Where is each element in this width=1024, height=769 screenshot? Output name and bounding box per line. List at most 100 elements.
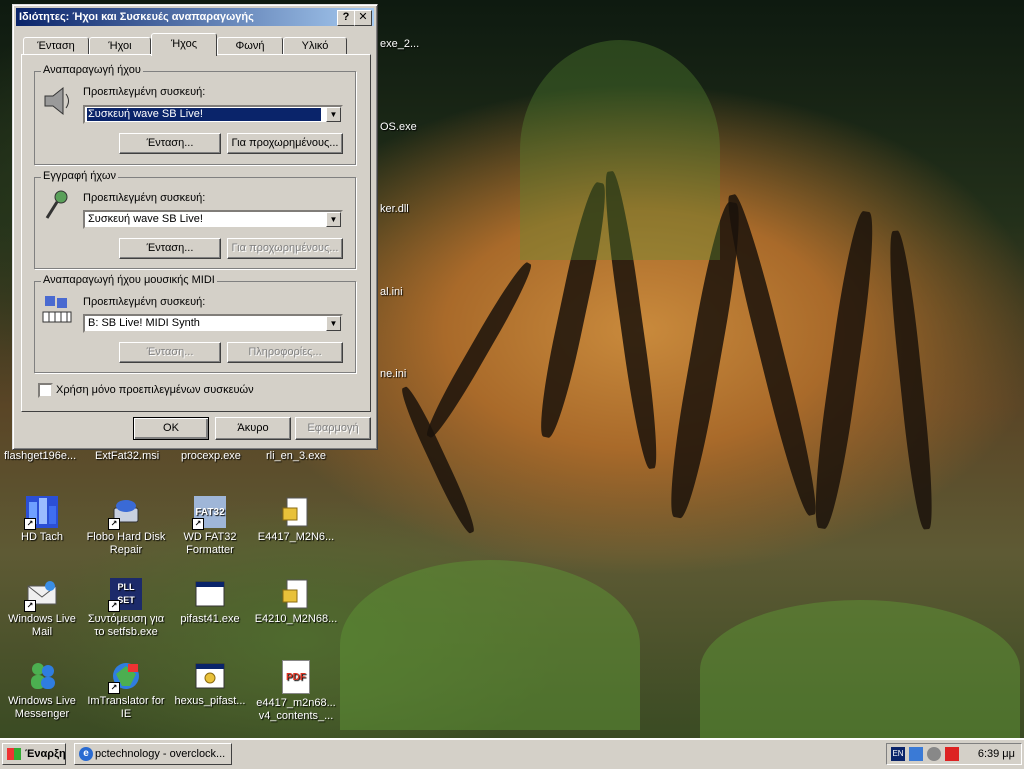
desktop-icon-e4210-doc[interactable]: E4210_M2N68... (254, 578, 338, 626)
playback-group-title: Αναπαραγωγή ήχου (41, 64, 143, 76)
start-button[interactable]: Έναρξη (2, 743, 66, 765)
midi-volume-button: Ένταση... (119, 342, 221, 363)
ok-button[interactable]: OK (133, 417, 209, 440)
pdf-file-icon: PDF (282, 660, 310, 694)
tab-voice[interactable]: Φωνή (217, 37, 283, 55)
help-button[interactable]: ? (337, 10, 355, 26)
taskbar: Έναρξη e pctechnology - overclock... EN … (0, 738, 1024, 769)
desktop-icon-label[interactable]: procexp.exe (181, 450, 241, 462)
desktop-icon-label[interactable]: flashget196e... (4, 450, 76, 462)
desktop-icon-e4417-doc[interactable]: E4417_M2N6... (254, 496, 338, 544)
playback-group: Αναπαραγωγή ήχου Προεπιλεγμένη συσκευή: … (34, 64, 356, 165)
default-devices-only-checkbox[interactable] (38, 383, 53, 398)
midi-device-label: Προεπιλεγμένη συσκευή: (83, 296, 206, 308)
desktop-icon-label[interactable]: OS.exe (380, 121, 417, 133)
volume-icon[interactable] (927, 747, 941, 761)
playback-device-value: Συσκευή wave SB Live! (86, 107, 322, 122)
desktop-icon-e4417-pdf[interactable]: PDF e4417_m2n68... v4_contents_... (254, 660, 338, 723)
apply-button: Εφαρμογή (295, 417, 371, 440)
midi-group: Αναπαραγωγή ήχου μουσικής MIDI Προεπιλεγ… (34, 274, 356, 373)
playback-volume-button[interactable]: Ένταση... (119, 133, 221, 154)
microphone-icon (41, 188, 73, 222)
speaker-icon (41, 84, 73, 118)
program-gear-icon (194, 660, 226, 692)
setfsb-icon: PLL SET ↗ (108, 578, 142, 612)
desktop-icon-imtranslator[interactable]: ↗ ImTranslator for IE (84, 660, 168, 721)
playback-device-select[interactable]: Συσκευή wave SB Live! ▼ (83, 105, 343, 124)
tab-sounds[interactable]: Ήχοι (89, 37, 151, 55)
desktop-icon-label: WD FAT32 Formatter (183, 531, 237, 556)
clock[interactable]: 6:39 μμ (978, 744, 1015, 764)
midi-keyboard-icon (41, 292, 73, 326)
antivirus-icon[interactable] (945, 747, 959, 761)
windows-logo-icon (7, 748, 21, 760)
sound-properties-dialog: Ιδιότητες: Ήχοι και Συσκευές αναπαραγωγή… (12, 4, 378, 450)
desktop-icon-label: e4417_m2n68... v4_contents_... (256, 697, 336, 722)
desktop-icon-live-mail[interactable]: ↗ Windows Live Mail (0, 578, 84, 639)
desktop-icon-setfsb[interactable]: PLL SET ↗ Συντόμευση για το setfsb.exe (84, 578, 168, 639)
fat32-formatter-icon: FAT32 ↗ (192, 496, 226, 530)
desktop-icon-label[interactable]: rli_en_3.exe (266, 450, 326, 462)
desktop-icon-label: E4417_M2N6... (257, 531, 335, 543)
document-file-icon (280, 496, 312, 528)
midi-device-value: B: SB Live! MIDI Synth (88, 317, 200, 329)
desktop-icon-pifast41[interactable]: pifast41.exe (168, 578, 252, 626)
desktop-icon-label: pifast41.exe (180, 613, 240, 625)
icon-glyph: FAT32 (195, 506, 225, 518)
desktop-icon-hd-tach[interactable]: ↗ HD Tach (0, 496, 84, 544)
taskbar-button-browser[interactable]: e pctechnology - overclock... (74, 743, 232, 765)
close-button[interactable]: ✕ (354, 10, 372, 26)
windows-live-messenger-icon (26, 660, 58, 692)
desktop-icon-label: HD Tach (21, 531, 63, 543)
midi-device-select[interactable]: B: SB Live! MIDI Synth ▼ (83, 314, 343, 333)
desktop-icon-label: Windows Live Messenger (8, 695, 76, 720)
tab-hardware[interactable]: Υλικό (283, 37, 347, 55)
document-file-icon (280, 578, 312, 610)
playback-advanced-button[interactable]: Για προχωρημένους... (227, 133, 343, 154)
desktop-icon-hexus-pifast[interactable]: hexus_pifast... (168, 660, 252, 708)
desktop-icon-live-messenger[interactable]: Windows Live Messenger (0, 660, 84, 721)
desktop-icon-label[interactable]: al.ini (380, 286, 403, 298)
desktop-icon-flobo[interactable]: ↗ Flobo Hard Disk Repair (84, 496, 168, 557)
recording-device-label: Προεπιλεγμένη συσκευή: (83, 192, 206, 204)
hard-disk-repair-icon: ↗ (108, 496, 142, 530)
icon-glyph: PDF (286, 671, 306, 683)
desktop-icon-label: hexus_pifast... (174, 695, 246, 707)
chevron-down-icon[interactable]: ▼ (326, 316, 341, 331)
desktop-icon-label: E4210_M2N68... (254, 613, 338, 625)
tab-volume[interactable]: Ένταση (23, 37, 89, 55)
recording-group: Εγγραφή ήχων Προεπιλεγμένη συσκευή: Συσκ… (34, 170, 356, 269)
program-window-icon (194, 578, 226, 610)
language-indicator[interactable]: EN (891, 747, 905, 761)
taskbar-button-label: pctechnology - overclock... (95, 748, 226, 760)
chevron-down-icon[interactable]: ▼ (326, 212, 341, 227)
cancel-button[interactable]: Άκυρο (215, 417, 291, 440)
dialog-titlebar[interactable]: Ιδιότητες: Ήχοι και Συσκευές αναπαραγωγή… (16, 8, 374, 26)
recording-volume-button[interactable]: Ένταση... (119, 238, 221, 259)
midi-group-title: Αναπαραγωγή ήχου μουσικής MIDI (41, 274, 217, 286)
desktop-icon-label: Flobo Hard Disk Repair (86, 531, 166, 556)
dialog-title: Ιδιότητες: Ήχοι και Συσκευές αναπαραγωγή… (19, 11, 254, 23)
desktop-icon-label[interactable]: exe_2... (380, 38, 419, 50)
default-devices-only-label[interactable]: Χρήση μόνο προεπιλεγμένων συσκευών (56, 384, 254, 396)
internet-explorer-icon: e (79, 747, 93, 761)
recording-device-select[interactable]: Συσκευή wave SB Live! ▼ (83, 210, 343, 229)
network-icon[interactable] (909, 747, 923, 761)
desktop-icon-label[interactable]: ker.dll (380, 203, 409, 215)
desktop-icon-label: Συντόμευση για το setfsb.exe (87, 613, 165, 638)
recording-device-value: Συσκευή wave SB Live! (88, 213, 203, 225)
start-label: Έναρξη (25, 748, 66, 760)
desktop-icon-wd-fat32[interactable]: FAT32 ↗ WD FAT32 Formatter (168, 496, 252, 557)
desktop-icon-label[interactable]: ExtFat32.msi (95, 450, 159, 462)
desktop-icon-label: Windows Live Mail (8, 613, 76, 638)
tab-audio[interactable]: Ήχος (151, 33, 217, 56)
hd-tach-icon: ↗ (24, 496, 58, 530)
desktop-icon-label: ImTranslator for IE (87, 695, 165, 720)
chevron-down-icon[interactable]: ▼ (326, 107, 341, 122)
desktop-icon-label[interactable]: ne.ini (380, 368, 406, 380)
system-tray: EN 6:39 μμ (886, 743, 1022, 765)
recording-group-title: Εγγραφή ήχων (41, 170, 118, 182)
audio-tab-panel: Αναπαραγωγή ήχου Προεπιλεγμένη συσκευή: … (21, 54, 371, 412)
playback-device-label: Προεπιλεγμένη συσκευή: (83, 86, 206, 98)
windows-live-mail-icon: ↗ (24, 578, 58, 612)
